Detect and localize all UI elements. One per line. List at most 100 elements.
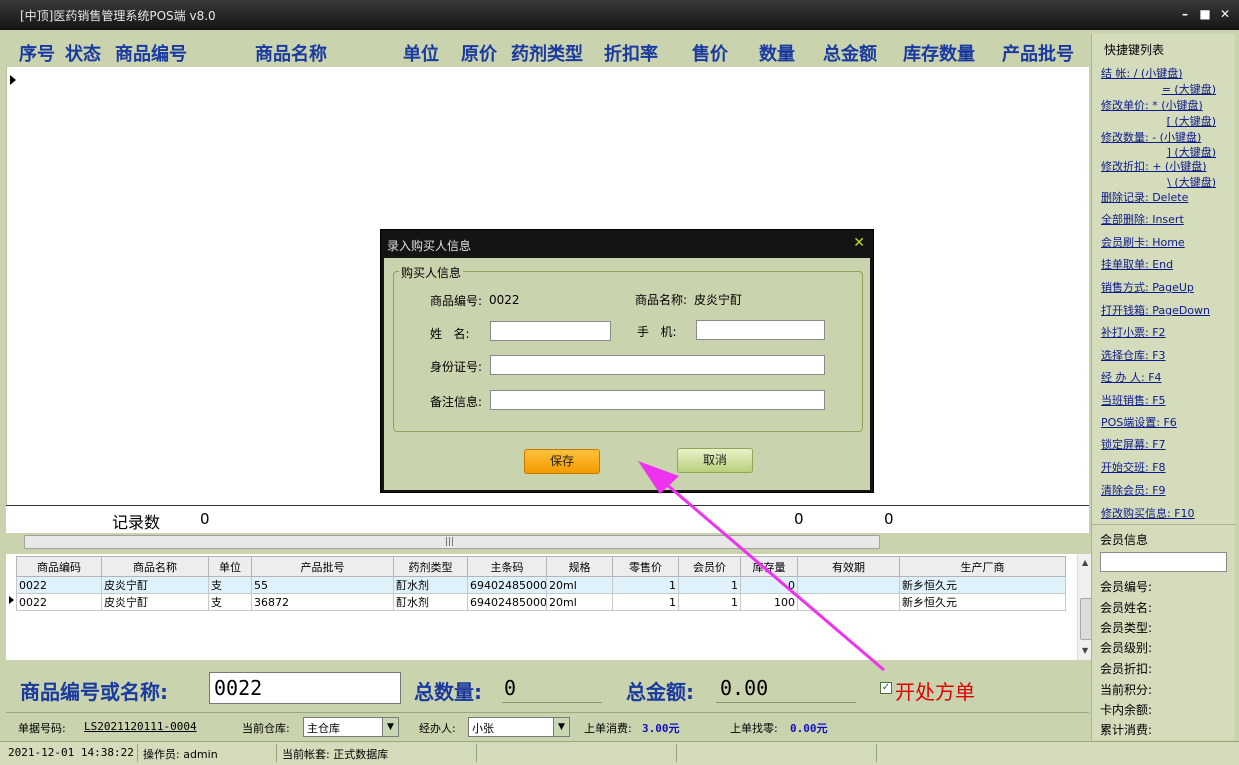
close-button[interactable]: ✕ xyxy=(1216,6,1234,22)
warehouse-select[interactable]: 主仓库 ▼ xyxy=(303,717,399,737)
buyer-name-input[interactable] xyxy=(490,321,611,341)
col-dosage[interactable]: 药剂类型 xyxy=(511,40,583,66)
maximize-button[interactable]: ■ xyxy=(1196,6,1214,22)
shortcut-lock[interactable]: 锁定屏幕: F7 xyxy=(1101,436,1166,452)
th-expiry[interactable]: 有效期 xyxy=(797,556,900,577)
member-level-label: 会员级别: xyxy=(1100,641,1153,655)
shortcut-delete-all[interactable]: 全部删除: Insert xyxy=(1101,211,1184,227)
shortcut-edit-discount-alt[interactable]: \ (大键盘) xyxy=(1101,174,1216,190)
col-batch[interactable]: 产品批号 xyxy=(1002,40,1074,66)
shortcut-shift-sales[interactable]: 当班销售: F5 xyxy=(1101,392,1166,408)
th-batch[interactable]: 产品批号 xyxy=(251,556,394,577)
col-stock[interactable]: 库存数量 xyxy=(903,40,975,66)
status-divider xyxy=(876,744,877,762)
shortcut-edit-price-alt[interactable]: [ (大键盘) xyxy=(1101,113,1216,129)
shortcut-edit-qty[interactable]: 修改数量: - (小键盘) xyxy=(1101,129,1201,145)
shortcut-delete[interactable]: 删除记录: Delete xyxy=(1101,189,1188,205)
warehouse-value: 主仓库 xyxy=(307,722,340,735)
shortcut-handover[interactable]: 开始交班: F8 xyxy=(1101,459,1166,475)
shortcut-warehouse[interactable]: 选择仓库: F3 xyxy=(1101,347,1166,363)
shortcut-panel: 快捷键列表 结 帐: / (小键盘) = (大键盘) 修改单价: * (小键盘)… xyxy=(1091,34,1236,740)
save-button[interactable]: 保存 xyxy=(524,449,600,474)
cell-code: 0022 xyxy=(16,576,102,594)
cell-maker: 新乡恒久元 xyxy=(899,576,1066,594)
horizontal-scrollbar[interactable]: ||| xyxy=(6,533,1089,551)
th-name[interactable]: 商品名称 xyxy=(101,556,209,577)
col-total[interactable]: 总金额 xyxy=(823,40,877,66)
cell-batch: 55 xyxy=(251,576,394,594)
cell-unit: 支 xyxy=(208,593,252,611)
col-discount[interactable]: 折扣率 xyxy=(604,40,658,66)
product-code-input[interactable]: 0022 xyxy=(209,672,401,704)
dialog-title: 录入购买人信息 xyxy=(387,239,472,253)
member-type-label: 会员类型: xyxy=(1100,621,1153,635)
shortcut-edit-buyer[interactable]: 修改购买信息: F10 xyxy=(1101,505,1195,521)
shortcut-edit-discount[interactable]: 修改折扣: + (小键盘) xyxy=(1101,158,1207,174)
th-maker[interactable]: 生产厂商 xyxy=(899,556,1066,577)
col-code[interactable]: 商品编号 xyxy=(115,40,187,66)
col-orig-price[interactable]: 原价 xyxy=(461,40,497,66)
chevron-down-icon[interactable]: ▼ xyxy=(382,718,398,736)
th-member-price[interactable]: 会员价 xyxy=(678,556,741,577)
order-no-label: 单据号码: xyxy=(18,722,66,735)
cancel-button[interactable]: 取消 xyxy=(677,448,753,473)
shortcut-clear-member[interactable]: 清除会员: F9 xyxy=(1101,482,1166,498)
table-row[interactable]: 0022 皮炎宁酊 支 55 酊水剂 6940248500082 20ml 1 … xyxy=(16,576,1066,594)
handler-select[interactable]: 小张 ▼ xyxy=(468,717,570,737)
th-stock[interactable]: 库存量 xyxy=(740,556,798,577)
shortcut-pos-settings[interactable]: POS端设置: F6 xyxy=(1101,414,1177,430)
group-title: 购买人信息 xyxy=(399,264,464,281)
member-no-label: 会员编号: xyxy=(1100,580,1153,594)
cell-unit: 支 xyxy=(208,576,252,594)
col-status[interactable]: 状态 xyxy=(65,40,101,66)
table-row[interactable]: 0022 皮炎宁酊 支 36872 酊水剂 6940248500082 20ml… xyxy=(16,593,1066,611)
total-amount-label: 总金额: xyxy=(626,680,694,704)
shortcut-sale-mode[interactable]: 销售方式: PageUp xyxy=(1101,279,1194,295)
col-qty[interactable]: 数量 xyxy=(759,40,795,66)
shortcut-member-card[interactable]: 会员刷卡: Home xyxy=(1101,234,1185,250)
th-barcode[interactable]: 主条码 xyxy=(467,556,547,577)
prescription-checkbox[interactable]: ✓ xyxy=(880,682,892,694)
col-price[interactable]: 售价 xyxy=(692,40,728,66)
summary-amount: 0 xyxy=(884,510,894,528)
shortcut-checkout-alt[interactable]: = (大键盘) xyxy=(1101,81,1216,97)
note-label: 备注信息: xyxy=(430,395,483,409)
cell-member-price: 1 xyxy=(678,576,741,594)
phone-input[interactable] xyxy=(696,320,825,340)
qty-underline xyxy=(502,702,602,703)
shortcut-cash-drawer[interactable]: 打开钱箱: PageDown xyxy=(1101,302,1210,318)
minimize-button[interactable]: – xyxy=(1176,6,1194,22)
th-code[interactable]: 商品编码 xyxy=(16,556,102,577)
code-label: 商品编号或名称: xyxy=(20,680,168,704)
id-number-input[interactable] xyxy=(490,355,825,375)
cell-barcode: 6940248500082 xyxy=(467,593,547,611)
sales-grid-header: 序号 状态 商品编号 商品名称 单位 原价 药剂类型 折扣率 售价 数量 总金额… xyxy=(6,34,1089,67)
shortcut-hold-order[interactable]: 挂单取单: End xyxy=(1101,256,1173,272)
col-name[interactable]: 商品名称 xyxy=(255,40,327,66)
col-unit[interactable]: 单位 xyxy=(403,40,439,66)
th-unit[interactable]: 单位 xyxy=(208,556,252,577)
member-name-label: 会员姓名: xyxy=(1100,601,1153,615)
th-retail[interactable]: 零售价 xyxy=(612,556,679,577)
scroll-up-icon[interactable]: ▲ xyxy=(1082,558,1088,567)
status-divider xyxy=(676,744,677,762)
member-balance-label: 卡内余额: xyxy=(1100,703,1153,717)
prescription-label[interactable]: 开处方单 xyxy=(895,676,975,705)
member-card-input[interactable] xyxy=(1100,552,1227,572)
shortcut-handler[interactable]: 经 办 人: F4 xyxy=(1101,369,1162,385)
close-icon[interactable]: ✕ xyxy=(853,235,865,251)
col-seq[interactable]: 序号 xyxy=(19,40,55,66)
shortcut-reprint[interactable]: 补打小票: F2 xyxy=(1101,324,1166,340)
scrollbar-thumb[interactable]: ||| xyxy=(24,535,880,549)
shortcut-checkout[interactable]: 结 帐: / (小键盘) xyxy=(1101,65,1183,81)
th-spec[interactable]: 规格 xyxy=(546,556,613,577)
scroll-down-icon[interactable]: ▼ xyxy=(1082,646,1088,655)
member-total-label: 累计消费: xyxy=(1100,723,1153,737)
note-input[interactable] xyxy=(490,390,825,410)
th-dosage[interactable]: 药剂类型 xyxy=(393,556,468,577)
buyer-info-dialog: 录入购买人信息 ✕ 购买人信息 商品编号: 0022 商品名称: 皮炎宁酊 姓 … xyxy=(380,229,874,493)
cell-member-price: 1 xyxy=(678,593,741,611)
chevron-down-icon[interactable]: ▼ xyxy=(553,718,569,736)
id-number-label: 身份证号: xyxy=(430,360,483,374)
shortcut-edit-price[interactable]: 修改单价: * (小键盘) xyxy=(1101,97,1203,113)
